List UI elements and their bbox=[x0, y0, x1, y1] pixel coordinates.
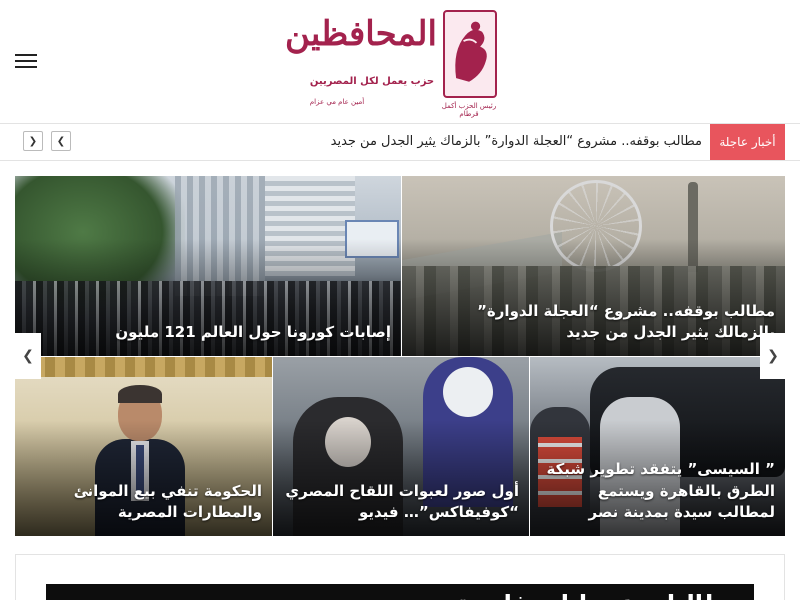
ticker-headline-link[interactable]: مطالب بوقفه.. مشروع “العجلة الدوارة” بال… bbox=[90, 124, 702, 160]
logo-title: المحافظين bbox=[284, 14, 437, 54]
tile-image-nurse-cap bbox=[443, 367, 493, 417]
section-heading: مطالبات عمرانات فاصبة bbox=[46, 584, 754, 600]
featured-tile-covid[interactable]: إصابات كورونا حول العالم 121 مليون bbox=[15, 176, 401, 356]
ticker-prev-button[interactable]: ❮ bbox=[51, 131, 71, 151]
breaking-news-ticker: ❯ ❮ مطالب بوقفه.. مشروع “العجلة الدوارة”… bbox=[0, 124, 800, 161]
tile-caption[interactable]: مطالب بوقفه.. مشروع “العجلة الدوارة” بال… bbox=[412, 301, 775, 345]
logo-slogan: حزب يعمل لكل المصريين bbox=[309, 76, 435, 87]
site-header: المحافظين حزب يعمل لكل المصريين أمين عام… bbox=[0, 0, 800, 124]
featured-tile-ferris-wheel[interactable]: مطالب بوقفه.. مشروع “العجلة الدوارة” بال… bbox=[402, 176, 785, 356]
site-logo[interactable]: المحافظين حزب يعمل لكل المصريين أمين عام… bbox=[284, 10, 497, 118]
chevron-left-icon: ❮ bbox=[56, 135, 66, 147]
slider-next-button[interactable]: ❯ bbox=[760, 333, 786, 379]
logo-party-president: رئيس الحزب أكمل قرطام bbox=[441, 102, 497, 119]
chevron-right-icon: ❯ bbox=[28, 135, 38, 147]
ticker-next-button[interactable]: ❯ bbox=[23, 131, 43, 151]
logo-secretary-general: أمين عام مي عزام bbox=[309, 98, 365, 106]
featured-tile-government[interactable]: الحكومة تنفي بيع الموانئ والمطارات المصر… bbox=[15, 357, 272, 536]
tile-caption[interactable]: إصابات كورونا حول العالم 121 مليون bbox=[25, 322, 391, 344]
tile-caption[interactable]: أول صور لعبوات اللقاح المصري “كوفيفاكس”…… bbox=[283, 481, 519, 525]
chevron-right-icon: ❯ bbox=[767, 348, 779, 364]
logo-emblem-icon bbox=[443, 10, 497, 98]
slider-prev-button[interactable]: ❮ bbox=[15, 333, 41, 379]
tile-caption[interactable]: ” السيسى” يتفقد تطوير شبكة الطرق بالقاهر… bbox=[540, 459, 775, 524]
hamburger-menu-icon[interactable] bbox=[15, 54, 37, 68]
chevron-left-icon: ❮ bbox=[22, 348, 34, 364]
tile-image-curtain bbox=[15, 357, 272, 377]
breaking-news-label: أخبار عاجلة bbox=[710, 124, 785, 160]
featured-tile-vaccine[interactable]: أول صور لعبوات اللقاح المصري “كوفيفاكس”…… bbox=[273, 357, 529, 536]
tile-caption[interactable]: الحكومة تنفي بيع الموانئ والمطارات المصر… bbox=[25, 481, 262, 525]
featured-tile-roads[interactable]: ” السيسى” يتفقد تطوير شبكة الطرق بالقاهر… bbox=[530, 357, 785, 536]
